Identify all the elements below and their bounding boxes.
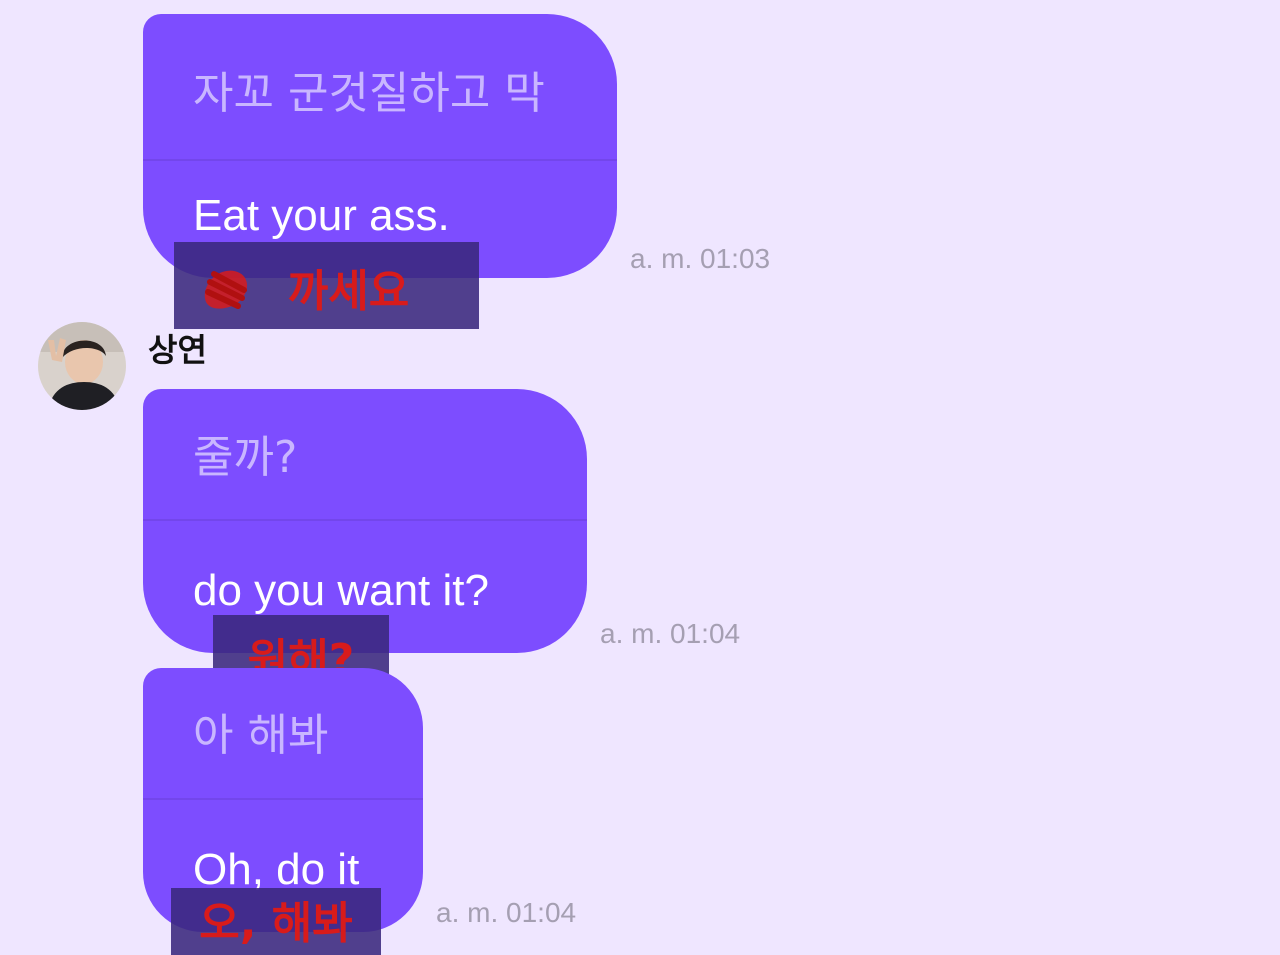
message-translation-text: Oh, do it [193,845,360,894]
message-translation-text: Eat your ass. [193,191,450,240]
bubble-divider [143,798,423,800]
message-bubble-1[interactable]: 자꼬 군것질하고 막 Eat your ass. [143,14,617,278]
user-avatar-photo-icon [38,322,126,410]
overlay-text: 오, 해봐 [199,898,353,949]
message-timestamp: a. m. 01:04 [436,897,577,928]
message-translation-text: do you want it? [193,566,489,615]
sender-avatar[interactable] [38,322,126,410]
message-timestamp: a. m. 01:04 [600,618,741,649]
overlay-text: 까세요 [287,266,410,317]
message-original-text: 자꼬 군것질하고 막 [193,68,545,119]
bubble-divider [143,519,587,521]
message-original-text: 줄까? [193,432,298,483]
translation-overlay-label: 오, 해봐 [171,888,381,955]
bubble-divider [143,159,617,161]
message-timestamp: a. m. 01:03 [630,243,771,274]
message-original-text: 아 해봐 [193,710,329,761]
redaction-scribble-icon [204,270,248,309]
message-bubble-2[interactable]: 줄까? do you want it? [143,389,587,653]
sender-name: 상연 [148,331,207,369]
